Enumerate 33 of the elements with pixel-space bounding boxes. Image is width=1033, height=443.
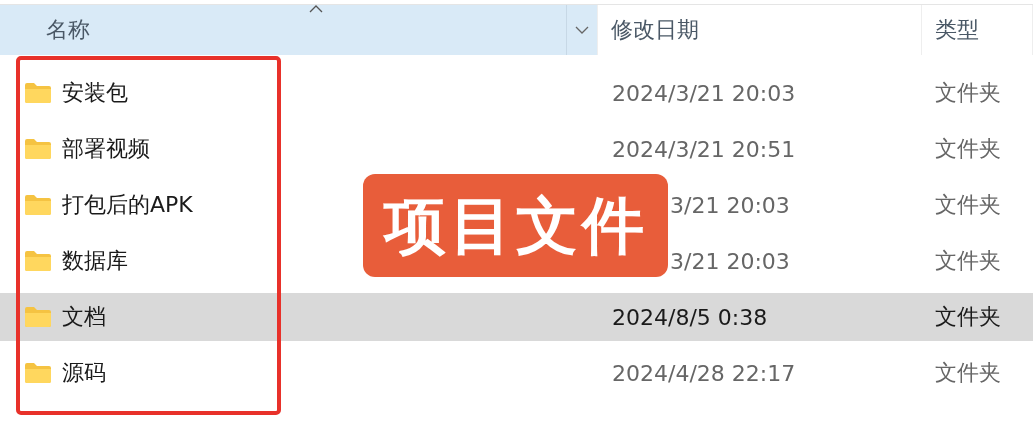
folder-icon [24,306,52,328]
folder-name[interactable]: 部署视频 [62,134,150,164]
file-type: 文件夹 [934,79,1002,107]
file-type: 文件夹 [934,303,1002,331]
folder-icon [24,250,52,272]
folder-icon [24,138,52,160]
file-type: 文件夹 [934,247,1002,275]
modified-date: 2024/8/5 0:38 [611,304,769,330]
folder-name[interactable]: 安装包 [62,78,128,108]
modified-date: 2024/3/21 20:03 [611,80,797,106]
folder-name[interactable]: 数据库 [62,246,128,276]
modified-date: 3/21 20:03 [669,192,791,218]
column-label: 名称 [46,16,90,44]
folder-name[interactable]: 源码 [62,358,106,388]
selected-row[interactable]: 文档 2024/8/5 0:38 文件夹 [0,293,1033,341]
modified-date: 2024/3/21 20:51 [611,136,797,162]
folder-icon [24,194,52,216]
folder-icon [24,82,52,104]
column-label: 类型 [935,16,979,44]
chevron-down-icon [575,26,589,34]
folder-icon [24,362,52,384]
folder-name[interactable]: 文档 [62,302,106,332]
file-type: 文件夹 [934,359,1002,387]
folder-name[interactable]: 打包后的APK [62,190,193,220]
column-header[interactable]: 名称 [0,5,598,55]
file-type: 文件夹 [934,191,1002,219]
column-header[interactable]: 类型 [922,5,1033,55]
file-type: 文件夹 [934,135,1002,163]
column-header[interactable]: 修改日期 [598,5,922,55]
column-label: 修改日期 [611,16,699,44]
modified-date: 2024/4/28 22:17 [611,360,797,386]
annotation-label: 项目文件 [363,174,668,277]
modified-date: 3/21 20:03 [669,248,791,274]
